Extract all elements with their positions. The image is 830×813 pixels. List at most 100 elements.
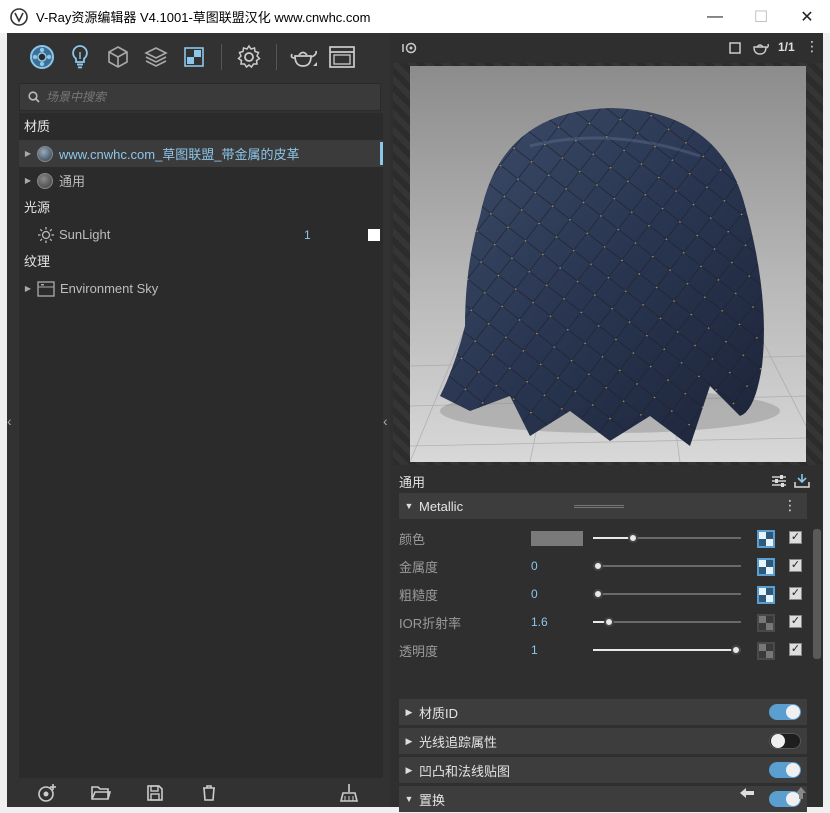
expand-arrow-icon[interactable]: ▶: [19, 149, 37, 158]
frame-buffer-icon[interactable]: [323, 38, 361, 76]
texture-slot-icon[interactable]: [757, 530, 775, 548]
search-input[interactable]: [46, 90, 366, 104]
light-color-swatch[interactable]: [368, 228, 380, 241]
toolbar-divider: [276, 44, 277, 70]
up-arrow-icon[interactable]: [795, 786, 807, 800]
lights-icon[interactable]: [61, 38, 99, 76]
slider[interactable]: [593, 561, 741, 571]
close-icon: ✕: [800, 8, 814, 26]
prop-label: 颜色: [399, 531, 426, 547]
preview-toolbar: 1/1 ⋮: [393, 33, 823, 63]
prop-label: 透明度: [399, 643, 439, 659]
slider-thumb[interactable]: [604, 617, 615, 627]
expand-arrow-icon[interactable]: ▶: [399, 765, 419, 776]
render-teapot-icon[interactable]: [285, 38, 323, 76]
section-toggle[interactable]: [769, 733, 801, 749]
preview-teapot-icon[interactable]: [751, 41, 769, 55]
section-title: 材质ID: [419, 705, 459, 721]
geometry-icon[interactable]: [99, 38, 137, 76]
settings-icon[interactable]: [230, 38, 268, 76]
layers-icon[interactable]: [137, 38, 175, 76]
slider-thumb[interactable]: [593, 589, 603, 599]
prop-value[interactable]: 1: [531, 643, 589, 657]
textures-category[interactable]: 纹理: [19, 248, 383, 275]
enable-checkbox[interactable]: ✓: [789, 643, 802, 656]
materials-category[interactable]: 材质: [19, 113, 383, 140]
import-icon[interactable]: [793, 473, 811, 489]
enable-checkbox[interactable]: ✓: [789, 587, 802, 600]
section-toggle[interactable]: [769, 762, 801, 778]
prop-value[interactable]: 0: [531, 587, 589, 601]
prop-row-color: 颜色 ✓: [399, 524, 807, 552]
collapse-left-icon[interactable]: ‹: [7, 413, 19, 429]
slider-thumb[interactable]: [731, 645, 741, 655]
texture-slot-icon[interactable]: [757, 614, 775, 632]
properties-scrollbar[interactable]: [813, 529, 821, 659]
delete-icon[interactable]: [197, 782, 221, 804]
light-name: SunLight: [59, 227, 111, 242]
texture-item[interactable]: ▶ Environment Sky: [19, 275, 383, 302]
scene-search[interactable]: [19, 83, 381, 111]
preview-lock-icon[interactable]: [401, 41, 419, 55]
prop-row-metalness: 金属度 0 ✓: [399, 552, 807, 580]
expand-arrow-icon[interactable]: ▶: [399, 707, 419, 718]
minimize-button[interactable]: —: [692, 0, 738, 33]
materials-icon[interactable]: [23, 38, 61, 76]
more-options-icon[interactable]: ⋮: [805, 38, 819, 55]
search-icon: [28, 91, 40, 103]
section-toggle[interactable]: [769, 704, 801, 720]
expand-arrow-icon[interactable]: ▶: [19, 284, 37, 293]
slider[interactable]: [593, 617, 741, 627]
create-asset-icon[interactable]: [35, 782, 59, 804]
lights-category[interactable]: 光源: [19, 194, 383, 221]
expand-arrow-icon[interactable]: ▶: [19, 176, 37, 185]
light-item[interactable]: SunLight 1: [19, 221, 383, 248]
metallic-section-header[interactable]: ▼ Metallic ⋮: [399, 493, 807, 519]
material-name: 通用: [59, 174, 86, 189]
expand-arrow-icon[interactable]: ▼: [399, 501, 419, 511]
section-menu-icon[interactable]: ⋮: [783, 497, 797, 514]
close-button[interactable]: ✕: [784, 0, 830, 33]
slider-thumb[interactable]: [593, 561, 603, 571]
enable-checkbox[interactable]: ✓: [789, 531, 802, 544]
slider-thumb[interactable]: [627, 533, 638, 543]
preview-shape-icon[interactable]: [729, 42, 741, 54]
color-swatch[interactable]: [531, 530, 583, 546]
texture-slot-icon[interactable]: [757, 642, 775, 660]
save-icon[interactable]: [143, 782, 167, 804]
vray-logo-icon: [10, 7, 28, 26]
expand-arrow-icon[interactable]: ▶: [399, 736, 419, 747]
material-preview-icon: [37, 145, 53, 162]
prop-value[interactable]: 0: [531, 559, 589, 573]
material-item[interactable]: ▶ 通用: [19, 167, 383, 194]
enable-checkbox[interactable]: ✓: [789, 559, 802, 572]
texture-slot-icon[interactable]: [757, 586, 775, 604]
maximize-button[interactable]: ☐: [738, 0, 784, 33]
enable-checkbox[interactable]: ✓: [789, 615, 802, 628]
asset-tree: 材质 ▶ www.cnwhc.com_草图联盟_带金属的皮革 ▶ 通用 光源 S…: [19, 113, 383, 778]
purge-broom-icon[interactable]: [337, 782, 361, 804]
properties-title: 通用: [399, 474, 426, 490]
material-item[interactable]: ▶ www.cnwhc.com_草图联盟_带金属的皮革: [19, 140, 383, 167]
preview-ratio[interactable]: 1/1: [778, 40, 795, 54]
open-file-icon[interactable]: [89, 782, 113, 804]
back-arrow-icon[interactable]: [739, 787, 755, 799]
material-id-section[interactable]: ▶ 材质ID: [399, 699, 807, 725]
minimize-icon: —: [707, 7, 723, 25]
texture-slot-icon[interactable]: [757, 558, 775, 576]
properties-header: 通用: [393, 469, 823, 493]
adjust-sliders-icon[interactable]: [771, 474, 787, 488]
slider[interactable]: [593, 589, 741, 599]
prop-label: 粗糙度: [399, 587, 439, 603]
maximize-icon: ☐: [753, 8, 769, 26]
prop-value[interactable]: 1.6: [531, 615, 589, 629]
light-instance-count: 1: [304, 227, 311, 242]
slider[interactable]: [593, 645, 741, 655]
textures-icon[interactable]: [175, 38, 213, 76]
prop-row-opacity: 透明度 1 ✓: [399, 636, 807, 664]
drag-handle-icon[interactable]: [574, 505, 624, 508]
left-bottom-toolbar: [7, 778, 390, 807]
raytrace-section[interactable]: ▶ 光线追踪属性: [399, 728, 807, 754]
category-toolbar: [7, 33, 390, 81]
slider[interactable]: [593, 533, 741, 543]
